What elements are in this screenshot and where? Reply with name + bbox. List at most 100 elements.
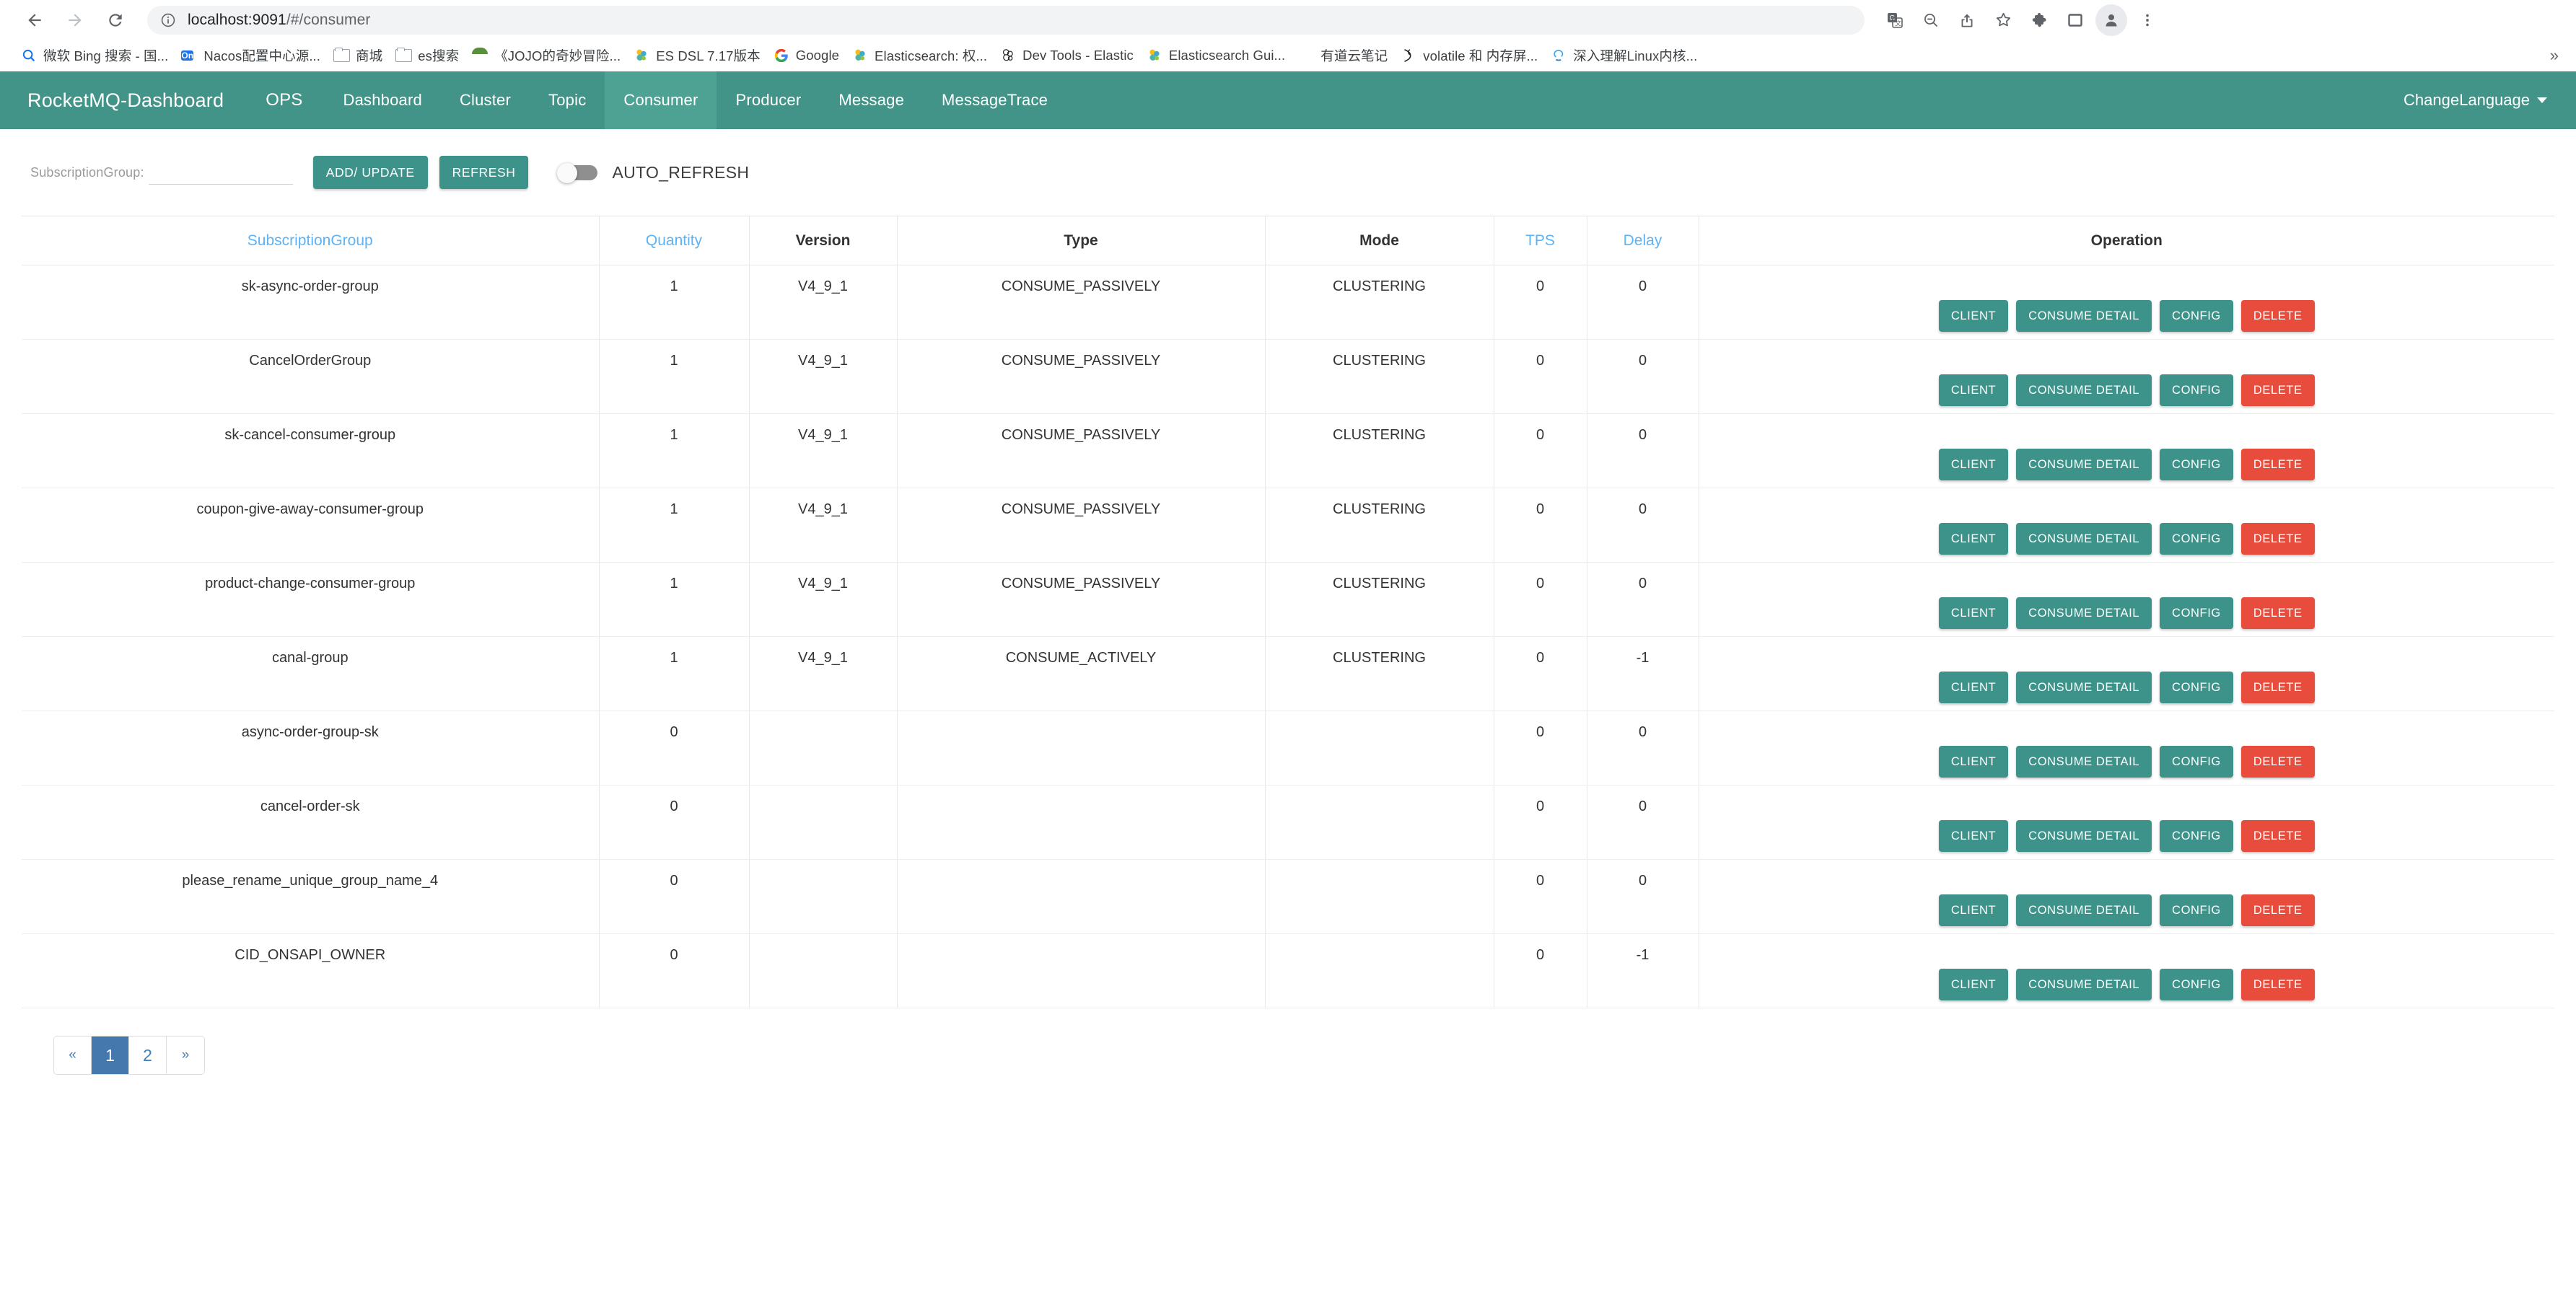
nav-item-cluster[interactable]: Cluster	[441, 71, 530, 129]
auto-refresh-toggle[interactable]	[557, 163, 599, 182]
bookmark-star-icon[interactable]	[1987, 4, 2019, 36]
config-button[interactable]: CONFIG	[2160, 820, 2233, 852]
config-button[interactable]: CONFIG	[2160, 894, 2233, 926]
translate-icon[interactable]: G文	[1879, 4, 1911, 36]
nav-item-consumer[interactable]: Consumer	[605, 71, 717, 129]
config-button[interactable]: CONFIG	[2160, 672, 2233, 703]
consume-detail-button[interactable]: CONSUME DETAIL	[2016, 300, 2152, 332]
nav-item-dashboard[interactable]: Dashboard	[325, 71, 441, 129]
column-header-delay[interactable]: Delay	[1587, 216, 1699, 265]
bookmark-item[interactable]: Google	[767, 43, 846, 69]
column-header-quantity[interactable]: Quantity	[599, 216, 749, 265]
column-header-tps[interactable]: TPS	[1494, 216, 1587, 265]
client-button[interactable]: CLIENT	[1939, 820, 2008, 852]
config-button[interactable]: CONFIG	[2160, 374, 2233, 406]
bing-search-icon	[21, 48, 37, 63]
table-row: cancel-order-sk000CLIENTCONSUME DETAILCO…	[22, 785, 2554, 860]
bookmark-item[interactable]: Elasticsearch Gui...	[1140, 43, 1292, 69]
nav-item-message[interactable]: Message	[820, 71, 923, 129]
cell-subscriptionGroup: canal-group	[22, 637, 599, 711]
config-button[interactable]: CONFIG	[2160, 746, 2233, 778]
browser-menu-icon[interactable]	[2132, 4, 2163, 36]
extensions-puzzle-icon[interactable]	[2023, 4, 2055, 36]
config-button[interactable]: CONFIG	[2160, 300, 2233, 332]
delete-button[interactable]: DELETE	[2241, 449, 2315, 480]
bookmark-item[interactable]: 深入理解Linux内核...	[1544, 43, 1704, 69]
cell-tps: 0	[1494, 637, 1587, 711]
config-button[interactable]: CONFIG	[2160, 523, 2233, 555]
delete-button[interactable]: DELETE	[2241, 523, 2315, 555]
client-button[interactable]: CLIENT	[1939, 672, 2008, 703]
back-arrow-icon[interactable]	[16, 1, 53, 39]
subscription-group-input[interactable]	[149, 160, 293, 185]
cell-quantity: 1	[599, 414, 749, 488]
nav-item-messagetrace[interactable]: MessageTrace	[923, 71, 1066, 129]
zoom-out-icon[interactable]	[1915, 4, 1947, 36]
bookmark-item[interactable]: ES DSL 7.17版本	[627, 43, 767, 69]
config-button[interactable]: CONFIG	[2160, 969, 2233, 1000]
bookmark-item[interactable]: On Nacos配置中心源...	[175, 43, 327, 69]
reload-icon[interactable]	[97, 1, 134, 39]
consume-detail-button[interactable]: CONSUME DETAIL	[2016, 523, 2152, 555]
config-button[interactable]: CONFIG	[2160, 449, 2233, 480]
pagination-first-button[interactable]: «	[54, 1037, 92, 1074]
site-info-icon[interactable]	[160, 12, 176, 28]
config-button[interactable]: CONFIG	[2160, 597, 2233, 629]
add-update-button[interactable]: ADD/ UPDATE	[313, 156, 428, 189]
auto-refresh-control[interactable]: AUTO_REFRESH	[557, 163, 749, 182]
client-button[interactable]: CLIENT	[1939, 300, 2008, 332]
client-button[interactable]: CLIENT	[1939, 894, 2008, 926]
bookmark-item[interactable]: 有道云笔记	[1292, 43, 1394, 69]
nav-item-ops[interactable]: OPS	[244, 71, 324, 129]
consume-detail-button[interactable]: CONSUME DETAIL	[2016, 820, 2152, 852]
bookmark-item[interactable]: Elasticsearch: 权...	[846, 43, 994, 69]
client-button[interactable]: CLIENT	[1939, 597, 2008, 629]
client-button[interactable]: CLIENT	[1939, 374, 2008, 406]
bookmark-item[interactable]: 《JOJO的奇妙冒险...	[465, 43, 627, 69]
nav-item-topic[interactable]: Topic	[530, 71, 605, 129]
delete-button[interactable]: DELETE	[2241, 746, 2315, 778]
pagination-page-2[interactable]: 2	[129, 1037, 167, 1074]
cell-subscriptionGroup: sk-cancel-consumer-group	[22, 414, 599, 488]
side-panel-icon[interactable]	[2059, 4, 2091, 36]
consume-detail-button[interactable]: CONSUME DETAIL	[2016, 374, 2152, 406]
pagination-last-button[interactable]: »	[167, 1037, 204, 1074]
change-language-dropdown[interactable]: ChangeLanguage	[2375, 71, 2576, 129]
consume-detail-button[interactable]: CONSUME DETAIL	[2016, 672, 2152, 703]
bookmark-item[interactable]: es搜索	[389, 43, 465, 69]
consume-detail-button[interactable]: CONSUME DETAIL	[2016, 894, 2152, 926]
consume-detail-button[interactable]: CONSUME DETAIL	[2016, 449, 2152, 480]
delete-button[interactable]: DELETE	[2241, 820, 2315, 852]
forward-arrow-icon[interactable]	[56, 1, 94, 39]
share-icon[interactable]	[1951, 4, 1983, 36]
delete-button[interactable]: DELETE	[2241, 597, 2315, 629]
client-button[interactable]: CLIENT	[1939, 449, 2008, 480]
profile-avatar-icon[interactable]	[2095, 4, 2127, 36]
delete-button[interactable]: DELETE	[2241, 300, 2315, 332]
pagination-page-1[interactable]: 1	[92, 1037, 129, 1074]
consume-detail-button[interactable]: CONSUME DETAIL	[2016, 969, 2152, 1000]
delete-button[interactable]: DELETE	[2241, 894, 2315, 926]
consume-detail-button[interactable]: CONSUME DETAIL	[2016, 746, 2152, 778]
bookmark-item[interactable]: volatile 和 内存屏...	[1394, 43, 1544, 69]
delete-button[interactable]: DELETE	[2241, 672, 2315, 703]
bookmark-label: Elasticsearch Gui...	[1169, 48, 1285, 63]
delete-button[interactable]: DELETE	[2241, 374, 2315, 406]
refresh-button[interactable]: REFRESH	[439, 156, 529, 189]
client-button[interactable]: CLIENT	[1939, 969, 2008, 1000]
bookmark-item[interactable]: 微软 Bing 搜索 - 国...	[14, 43, 175, 69]
bookmarks-overflow-button[interactable]: »	[2544, 43, 2564, 68]
cell-mode	[1265, 711, 1494, 785]
delete-button[interactable]: DELETE	[2241, 969, 2315, 1000]
client-button[interactable]: CLIENT	[1939, 523, 2008, 555]
cell-quantity: 1	[599, 637, 749, 711]
nav-item-producer[interactable]: Producer	[717, 71, 820, 129]
cell-delay: 0	[1587, 563, 1699, 637]
column-header-subscriptiongroup[interactable]: SubscriptionGroup	[22, 216, 599, 265]
consume-detail-button[interactable]: CONSUME DETAIL	[2016, 597, 2152, 629]
client-button[interactable]: CLIENT	[1939, 746, 2008, 778]
bookmark-item[interactable]: 商城	[327, 43, 389, 69]
bookmark-item[interactable]: Dev Tools - Elastic	[994, 43, 1140, 69]
app-brand[interactable]: RocketMQ-Dashboard	[7, 71, 244, 129]
address-bar[interactable]: localhost:9091/#/consumer	[147, 6, 1865, 35]
